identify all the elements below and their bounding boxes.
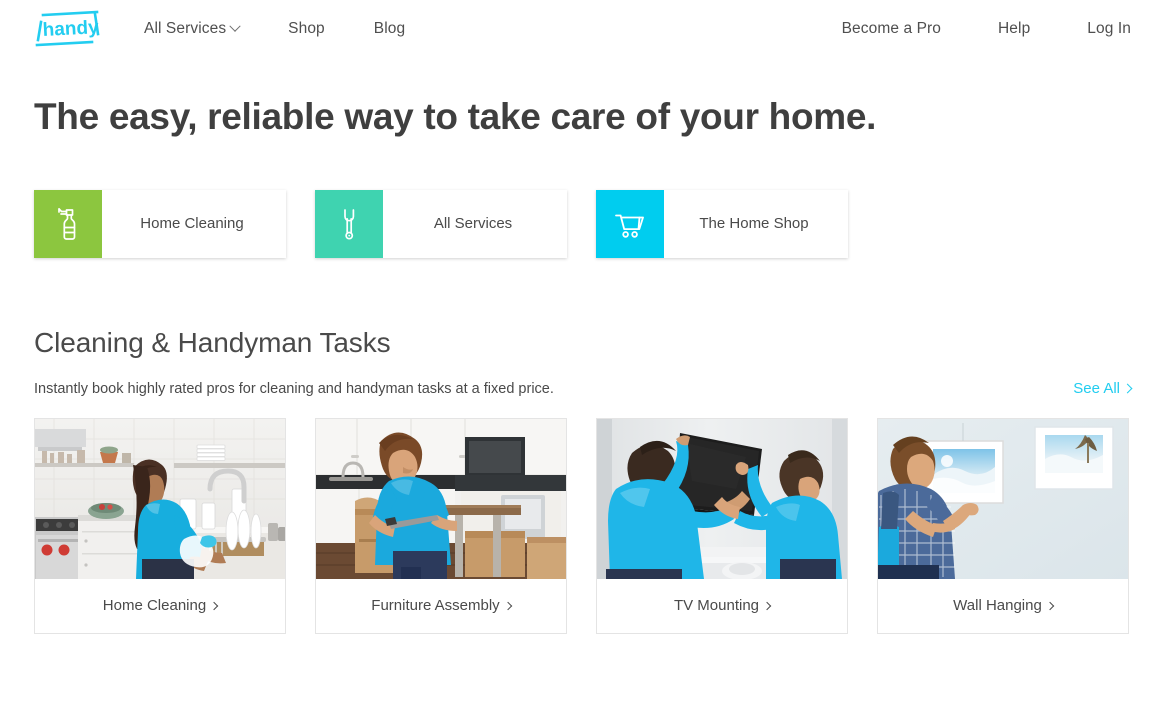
- section-title: Cleaning & Handyman Tasks: [34, 326, 391, 358]
- task-card-label: Home Cleaning: [102, 597, 207, 615]
- framed-picture-right: [1034, 425, 1114, 490]
- section-subtitle: Instantly book highly rated pros for cle…: [34, 380, 554, 397]
- tile-icon-background: [34, 189, 102, 258]
- svg-text:handy: handy: [42, 17, 99, 41]
- task-card-tv-mounting[interactable]: TV Mounting: [596, 417, 848, 634]
- chevron-right-icon: [1045, 601, 1055, 610]
- hero-section: The easy, reliable way to take care of y…: [0, 58, 1165, 139]
- task-card-label-row: TV Mounting: [597, 578, 847, 633]
- tasks-section: Cleaning & Handyman Tasks Instantly book…: [0, 258, 1165, 634]
- primary-nav: All Services Shop Blog: [144, 20, 454, 38]
- secondary-nav: Become a Pro Help Log In: [785, 20, 1131, 38]
- page-title: The easy, reliable way to take care of y…: [34, 96, 877, 137]
- quick-tile-label: The Home Shop: [699, 215, 809, 233]
- nav-item-blog[interactable]: Blog: [374, 20, 405, 38]
- chevron-right-icon: [503, 601, 512, 610]
- see-all-link[interactable]: See All: [1073, 379, 1133, 397]
- task-card-image: [316, 418, 566, 579]
- quick-tile-all-services[interactable]: All Services: [315, 189, 567, 258]
- chevron-right-icon: [762, 601, 772, 610]
- task-card-label: Wall Hanging: [953, 597, 1042, 615]
- task-card-label-row: Home Cleaning: [35, 578, 285, 633]
- chevron-down-icon: [229, 20, 241, 32]
- task-card-furniture-assembly[interactable]: Furniture Assembly: [315, 417, 567, 634]
- nav-item-all-services[interactable]: All Services: [144, 20, 241, 38]
- quick-tile-label: Home Cleaning: [140, 215, 244, 233]
- shopping-cart-icon: [615, 214, 644, 238]
- task-card-label: TV Mounting: [673, 597, 760, 615]
- nav-item-label: All Services: [144, 20, 227, 37]
- section-subtitle-row: Instantly book highly rated pros for cle…: [34, 379, 1133, 397]
- quick-tile-label: All Services: [433, 215, 513, 233]
- nav-item-help[interactable]: Help: [998, 20, 1030, 38]
- nav-item-shop[interactable]: Shop: [288, 20, 325, 38]
- task-card-home-cleaning[interactable]: Home Cleaning: [34, 417, 286, 634]
- task-card-image: [597, 418, 847, 579]
- tile-icon-background: [315, 189, 383, 258]
- tile-icon-background: [596, 189, 664, 258]
- handy-logo[interactable]: handy: [34, 9, 100, 49]
- nav-item-log-in[interactable]: Log In: [1087, 20, 1131, 38]
- task-card-label-row: Wall Hanging: [878, 578, 1128, 633]
- quick-tile-the-home-shop[interactable]: The Home Shop: [596, 189, 848, 258]
- quick-tiles: Home Cleaning All Services The Home Shop: [0, 139, 1165, 258]
- spray-bottle-icon: [58, 207, 76, 240]
- quick-tile-home-cleaning[interactable]: Home Cleaning: [34, 189, 286, 258]
- chevron-right-icon: [209, 601, 219, 610]
- task-card-list: Home Cleaning Furniture Assembly TV Moun…: [34, 417, 1131, 634]
- task-card-label: Furniture Assembly: [371, 597, 500, 615]
- nav-item-become-a-pro[interactable]: Become a Pro: [842, 20, 941, 38]
- see-all-label: See All: [1073, 379, 1120, 397]
- site-header: handy All Services Shop Blog Become a Pr…: [0, 0, 1165, 58]
- wrench-icon: [344, 208, 355, 240]
- task-card-wall-hanging[interactable]: Wall Hanging: [877, 417, 1129, 634]
- task-card-image: [878, 418, 1128, 579]
- task-card-label-row: Furniture Assembly: [316, 578, 566, 633]
- task-card-image: [35, 418, 285, 579]
- chevron-right-icon: [1122, 383, 1133, 393]
